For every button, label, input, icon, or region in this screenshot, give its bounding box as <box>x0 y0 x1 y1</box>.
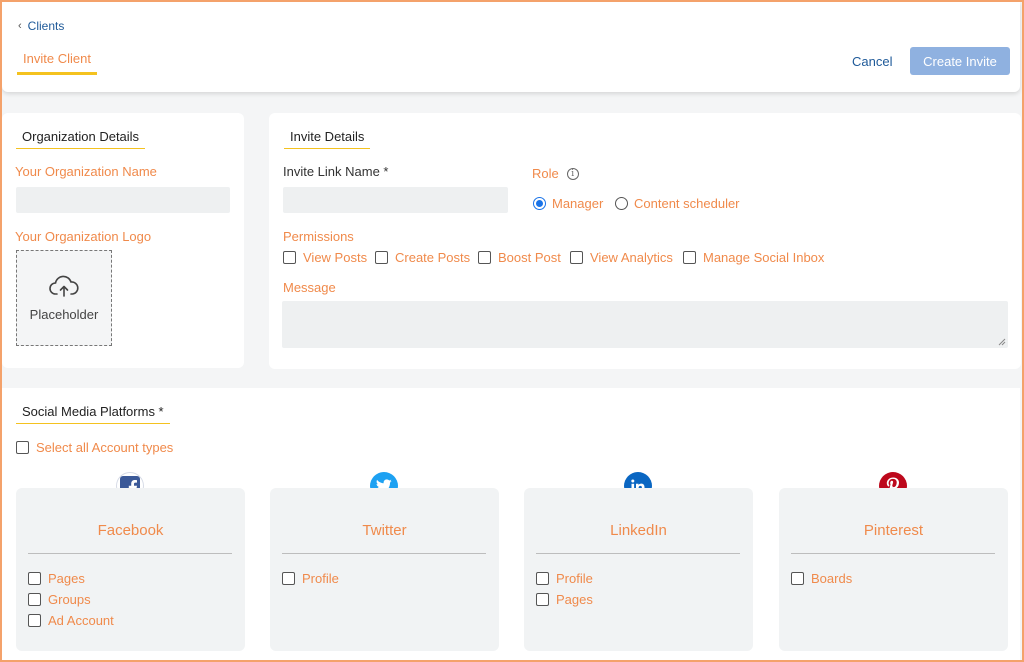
permission-manage-social-inbox[interactable]: Manage Social Inbox <box>683 250 824 265</box>
option-profile[interactable]: Profile <box>536 568 593 589</box>
permissions-label: Permissions <box>283 229 354 244</box>
invite-details-panel: Invite Details Invite Link Name * Role i… <box>269 113 1021 369</box>
platform-name: Pinterest <box>863 522 924 539</box>
cloud-upload-icon <box>49 275 79 297</box>
organization-details-panel: Organization Details Your Organization N… <box>2 113 244 368</box>
logo-placeholder-text: Placeholder <box>29 306 99 322</box>
option-groups[interactable]: Groups <box>28 589 114 610</box>
role-label: Role <box>532 166 559 181</box>
back-to-clients-link[interactable]: ‹ Clients <box>18 19 64 33</box>
invite-link-name-input[interactable] <box>283 187 508 213</box>
message-label: Message <box>283 280 336 295</box>
radio-button-selected[interactable] <box>533 197 546 210</box>
permission-boost-post[interactable]: Boost Post <box>478 250 561 265</box>
permission-label: Manage Social Inbox <box>703 250 825 265</box>
select-all-label: Select all Account types <box>36 440 174 455</box>
card-divider <box>791 553 995 554</box>
social-media-platforms-panel: Social Media Platforms * Select all Acco… <box>2 388 1020 660</box>
checkbox[interactable] <box>536 572 549 585</box>
org-name-label: Your Organization Name <box>15 164 157 179</box>
option-profile[interactable]: Profile <box>282 568 339 589</box>
platform-options: Pages Groups Ad Account <box>28 568 114 631</box>
permission-label: View Analytics <box>590 250 673 265</box>
card-divider <box>28 553 232 554</box>
option-pages[interactable]: Pages <box>536 589 593 610</box>
platform-options: Boards <box>791 568 852 589</box>
platform-card-linkedin: LinkedIn Profile Pages <box>524 488 753 651</box>
option-label: Pages <box>556 592 593 607</box>
option-pages[interactable]: Pages <box>28 568 114 589</box>
checkbox[interactable] <box>375 251 388 264</box>
option-label: Ad Account <box>48 613 114 628</box>
checkbox[interactable] <box>283 251 296 264</box>
permission-label: View Posts <box>303 250 368 265</box>
role-manager-option[interactable]: Manager <box>533 196 603 211</box>
role-content-scheduler-option[interactable]: Content scheduler <box>615 196 740 211</box>
card-divider <box>282 553 486 554</box>
role-option-label: Manager <box>552 196 604 211</box>
permission-label: Boost Post <box>498 250 561 265</box>
option-label: Groups <box>48 592 91 607</box>
platform-options: Profile Pages <box>536 568 593 610</box>
option-label: Pages <box>48 571 85 586</box>
platform-options: Profile <box>282 568 339 589</box>
permission-view-posts[interactable]: View Posts <box>283 250 367 265</box>
resize-grip-icon[interactable] <box>998 338 1006 346</box>
invite-link-name-label: Invite Link Name * <box>283 164 389 179</box>
chevron-left-icon: ‹ <box>18 20 22 32</box>
back-link-label: Clients <box>27 19 65 33</box>
message-textarea[interactable] <box>282 301 1008 348</box>
option-ad-account[interactable]: Ad Account <box>28 610 114 631</box>
checkbox[interactable] <box>478 251 491 264</box>
create-invite-button[interactable]: Create Invite <box>910 47 1010 75</box>
checkbox[interactable] <box>282 572 295 585</box>
select-all-account-types[interactable]: Select all Account types <box>16 440 173 455</box>
logo-upload-dropzone[interactable]: Placeholder <box>16 250 112 346</box>
radio-button[interactable] <box>615 197 628 210</box>
checkbox[interactable] <box>16 441 29 454</box>
cancel-button[interactable]: Cancel <box>852 54 892 69</box>
checkbox[interactable] <box>28 593 41 606</box>
platform-name: Facebook <box>97 522 164 539</box>
role-label-group: Role i <box>532 166 579 181</box>
role-option-label: Content scheduler <box>634 196 740 211</box>
permission-create-posts[interactable]: Create Posts <box>375 250 470 265</box>
platform-card-facebook: Facebook Pages Groups Ad Account <box>16 488 245 651</box>
checkbox[interactable] <box>791 572 804 585</box>
organization-details-title: Organization Details <box>16 129 146 149</box>
option-label: Profile <box>556 571 593 586</box>
org-logo-label: Your Organization Logo <box>15 229 152 244</box>
checkbox[interactable] <box>683 251 696 264</box>
tab-invite-client[interactable]: Invite Client <box>17 51 97 75</box>
permission-view-analytics[interactable]: View Analytics <box>570 250 673 265</box>
platform-name: Twitter <box>362 522 407 539</box>
org-name-input[interactable] <box>16 187 230 213</box>
checkbox[interactable] <box>28 614 41 627</box>
top-bar: ‹ Clients Invite Client Cancel Create In… <box>2 2 1020 92</box>
platform-name: LinkedIn <box>610 522 667 539</box>
permission-label: Create Posts <box>395 250 471 265</box>
option-label: Profile <box>302 571 339 586</box>
checkbox[interactable] <box>570 251 583 264</box>
social-platforms-title: Social Media Platforms * <box>16 404 170 424</box>
option-label: Boards <box>811 571 853 586</box>
platform-card-twitter: Twitter Profile <box>270 488 499 651</box>
invite-details-title: Invite Details <box>284 129 371 149</box>
card-divider <box>536 553 740 554</box>
checkbox[interactable] <box>536 593 549 606</box>
platform-card-pinterest: Pinterest Boards <box>779 488 1008 651</box>
info-icon[interactable]: i <box>566 167 579 180</box>
checkbox[interactable] <box>28 572 41 585</box>
option-boards[interactable]: Boards <box>791 568 852 589</box>
